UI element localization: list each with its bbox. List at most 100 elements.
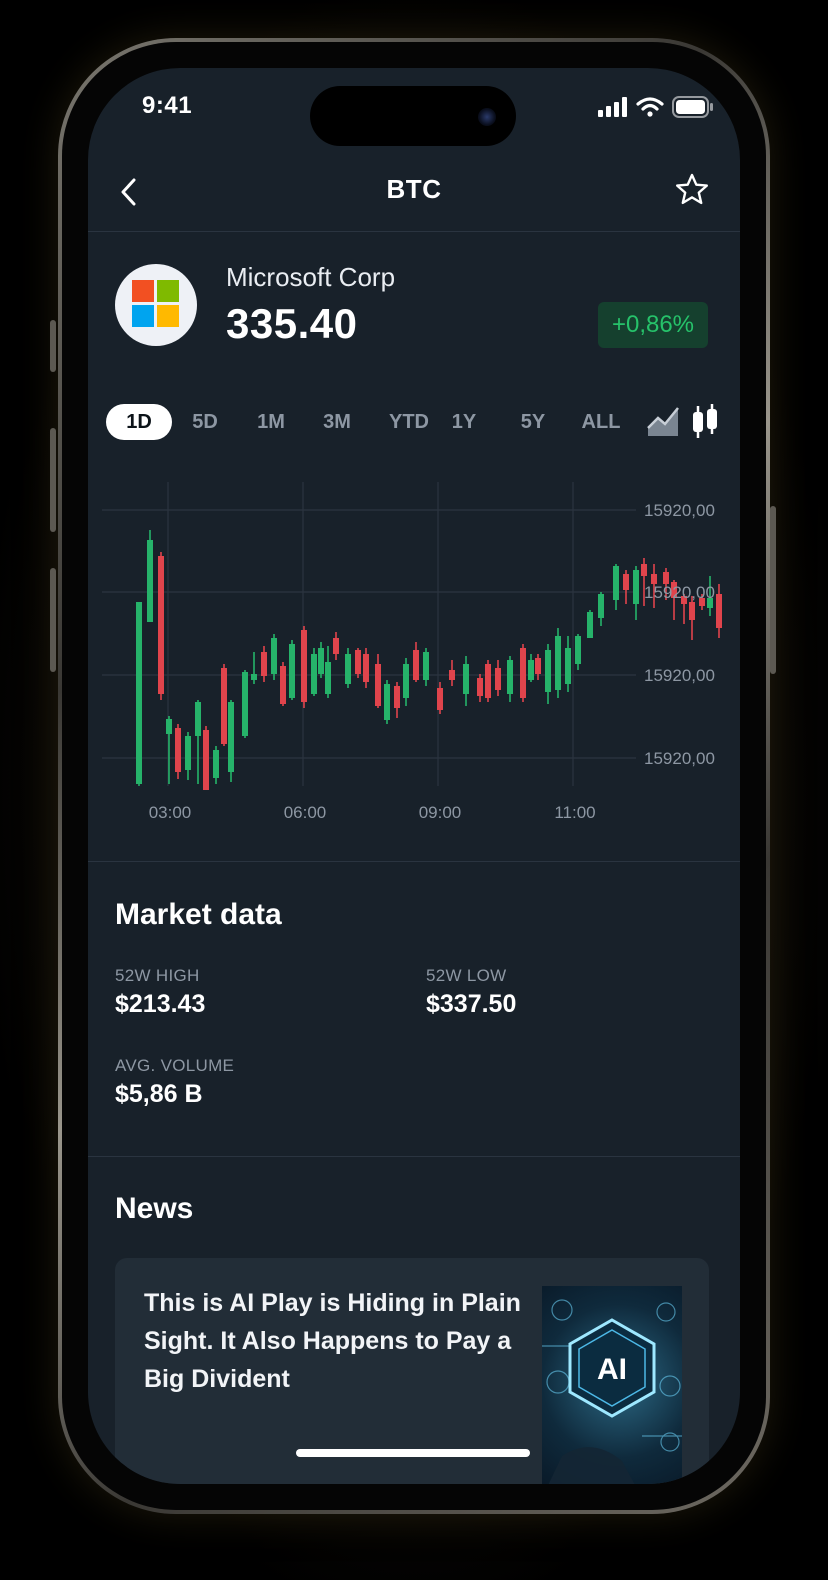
candle-body-35	[485, 664, 491, 698]
y-tick-label-0: 15920,00	[644, 501, 715, 520]
wifi-icon	[636, 97, 664, 117]
candle-body-29	[413, 650, 419, 680]
volume-down-button	[50, 568, 56, 672]
range-tab-ytd[interactable]: YTD	[382, 404, 436, 440]
candle-body-21	[333, 638, 339, 654]
candle-body-27	[394, 686, 400, 708]
page-title: BTC	[386, 174, 442, 204]
x-tick-label-0: 03:00	[149, 803, 192, 822]
volume-value: $5,86 B	[115, 1080, 203, 1108]
candle-body-50	[641, 564, 647, 576]
range-tab-1d[interactable]: 1D	[106, 404, 172, 440]
market-divider	[88, 1156, 740, 1157]
high-value: $213.43	[115, 990, 206, 1018]
header-divider	[88, 231, 740, 232]
chart-divider	[88, 861, 740, 862]
candle-body-38	[520, 648, 526, 698]
x-tick-label-2: 09:00	[419, 803, 462, 822]
chart-grid	[102, 482, 636, 786]
battery-icon	[672, 96, 713, 118]
volume-label: AVG. VOLUME	[115, 1056, 235, 1075]
candle-body-25	[375, 664, 381, 706]
volume-up-button	[50, 428, 56, 532]
candle-body-8	[213, 750, 219, 778]
candle-body-49	[633, 570, 639, 604]
home-indicator[interactable]	[296, 1449, 530, 1457]
candle-body-5	[185, 736, 191, 770]
action-button	[50, 320, 56, 372]
ai-image-text: AI	[597, 1353, 627, 1386]
candle-body-41	[545, 650, 551, 692]
candle-body-15	[280, 666, 286, 704]
candle-body-48	[623, 574, 629, 590]
candle-body-31	[437, 688, 443, 710]
signal-icon	[598, 97, 627, 117]
favorite-star-icon[interactable]	[674, 172, 710, 208]
candle-body-47	[613, 566, 619, 600]
company-name: Microsoft Corp	[226, 262, 396, 292]
candle-body-39	[528, 660, 534, 680]
status-icons	[598, 96, 714, 118]
candle-body-37	[507, 660, 513, 694]
candle-body-17	[301, 630, 307, 702]
candle-body-16	[289, 644, 295, 698]
candle-body-7	[203, 730, 209, 790]
high-label: 52W HIGH	[115, 966, 200, 985]
candle-body-11	[242, 672, 248, 736]
app-screen: 9:41 BTC Microsoft Corp 335.40 +0,86% 1D…	[88, 68, 740, 1484]
candle-body-58	[716, 594, 722, 628]
area-chart-icon[interactable]	[646, 406, 680, 438]
candlestick-chart: 15920,00 15920,00 15920,00 15920,00 03:00 06…	[102, 482, 722, 822]
camera-icon	[478, 108, 496, 126]
candle-body-18	[311, 654, 317, 694]
range-tab-5y[interactable]: 5Y	[508, 404, 558, 440]
low-value: $337.50	[426, 990, 517, 1018]
candle-body-14	[271, 638, 277, 674]
candle-body-23	[355, 650, 361, 674]
y-tick-label-1: 15920,00	[644, 583, 715, 602]
candle-body-13	[261, 652, 267, 676]
candle-body-36	[495, 668, 501, 690]
range-tab-5d[interactable]: 5D	[180, 404, 230, 440]
candle-body-26	[384, 684, 390, 720]
range-selector: 1D 5D 1M 3M YTD 1Y 5Y ALL	[106, 404, 740, 442]
news-title: News	[115, 1192, 194, 1225]
candle-body-33	[463, 664, 469, 694]
ai-hexagon-icon: AI	[542, 1299, 682, 1484]
range-tab-1y[interactable]: 1Y	[444, 404, 484, 440]
x-tick-label-1: 06:00	[284, 803, 327, 822]
candle-body-34	[477, 678, 483, 696]
low-label: 52W LOW	[426, 966, 507, 985]
chart-candles	[136, 530, 722, 790]
candle-body-28	[403, 664, 409, 698]
range-tab-1m[interactable]: 1M	[246, 404, 296, 440]
candle-body-43	[565, 648, 571, 684]
candle-body-1	[147, 540, 153, 622]
power-button	[770, 506, 776, 674]
dynamic-island	[310, 86, 516, 146]
range-tab-all[interactable]: ALL	[576, 404, 626, 440]
candle-body-3	[166, 719, 172, 734]
chart-y-ticks: 15920,00 15920,00 15920,00 15920,00	[644, 501, 715, 768]
candle-body-2	[158, 556, 164, 694]
y-tick-label-3: 15920,00	[644, 749, 715, 768]
top-bar: BTC	[88, 164, 740, 232]
candle-body-45	[587, 612, 593, 638]
candle-body-9	[221, 668, 227, 744]
candle-body-42	[555, 636, 561, 690]
candle-body-0	[136, 602, 142, 784]
candle-body-30	[423, 652, 429, 680]
candle-body-20	[325, 662, 331, 694]
candle-body-12	[251, 674, 257, 680]
candle-body-19	[318, 648, 324, 674]
microsoft-logo-icon	[132, 280, 179, 327]
company-logo	[115, 264, 197, 346]
candlestick-chart-icon[interactable]	[690, 404, 720, 440]
candle-body-55	[689, 602, 695, 620]
candle-body-24	[363, 654, 369, 682]
chart-x-ticks: 03:00 06:00 09:00 11:00	[149, 803, 596, 822]
candle-body-32	[449, 670, 455, 680]
range-tab-3m[interactable]: 3M	[312, 404, 362, 440]
candle-body-40	[535, 658, 541, 674]
price-change-badge: +0,86%	[598, 302, 708, 348]
